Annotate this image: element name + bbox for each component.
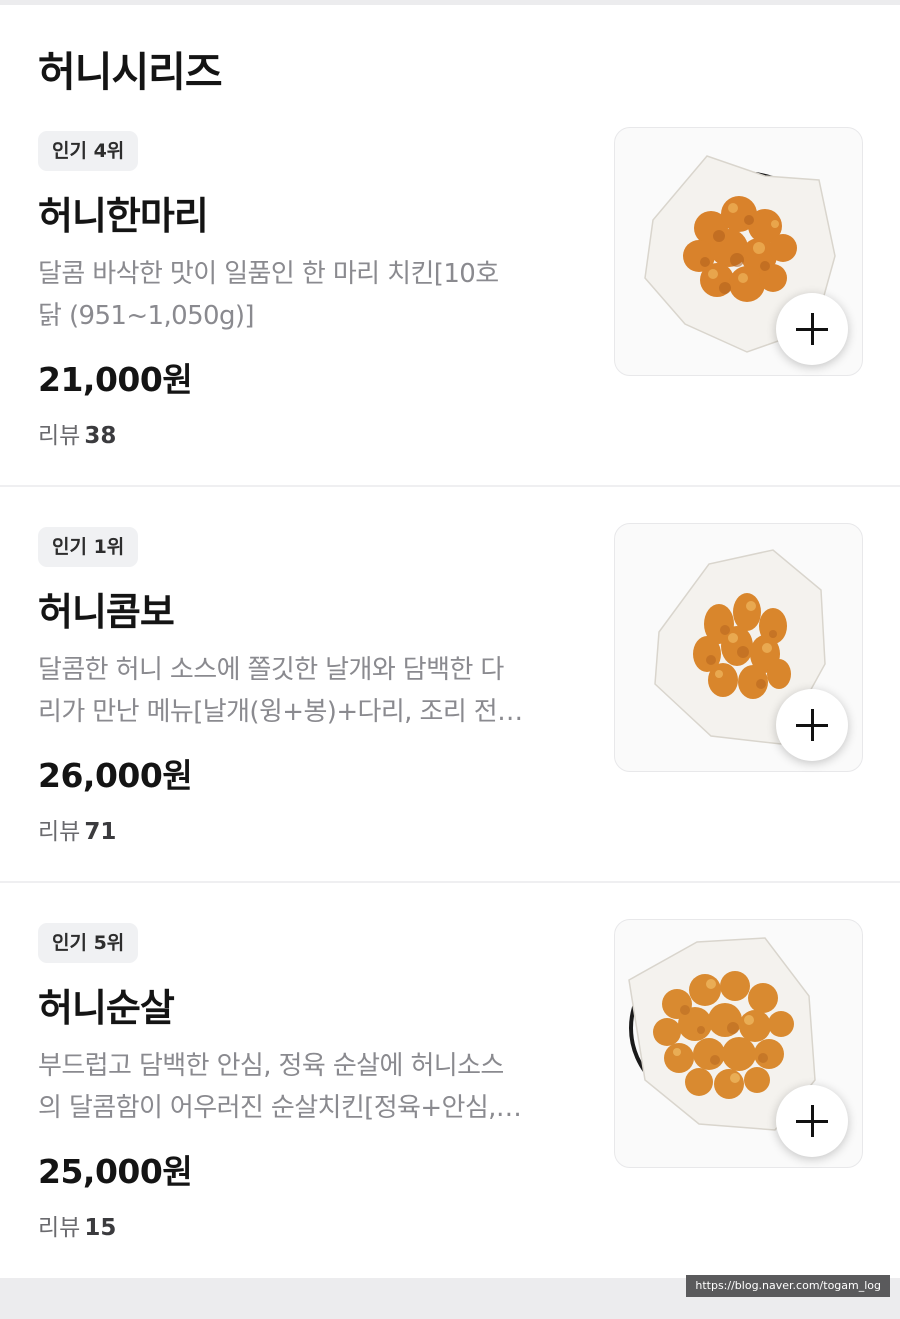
description-line-2: 리가 만난 메뉴[날개(윙+봉)+다리, 조리 전… bbox=[38, 697, 523, 727]
menu-item-name: 허니한마리 bbox=[38, 194, 209, 238]
review-number: 15 bbox=[84, 1215, 117, 1241]
popularity-badge: 인기 4위 bbox=[38, 131, 139, 171]
section-title: 허니시리즈 bbox=[38, 48, 223, 96]
menu-item-description: 달콤 바삭한 맛이 일품인 한 마리 치킨[10호 닭 (951~1,050g)… bbox=[38, 253, 586, 337]
review-number: 71 bbox=[84, 819, 117, 845]
menu-item-price: 21,000원 bbox=[38, 360, 193, 399]
review-count[interactable]: 리뷰 38 bbox=[38, 416, 116, 450]
blog-watermark: https://blog.naver.com/togam_log bbox=[686, 1275, 890, 1297]
description-line-2: 의 달콤함이 어우러진 순살치킨[정육+안심,… bbox=[38, 1093, 522, 1123]
description-line-2: 닭 (951~1,050g)] bbox=[38, 301, 255, 331]
add-to-cart-button[interactable] bbox=[776, 689, 848, 761]
menu-item-price: 26,000원 bbox=[38, 756, 193, 795]
review-count[interactable]: 리뷰 15 bbox=[38, 1208, 116, 1242]
add-to-cart-button[interactable] bbox=[776, 293, 848, 365]
review-label: 리뷰 bbox=[38, 819, 81, 845]
menu-item[interactable]: 인기 1위 허니콤보 달콤한 허니 소스에 쫄깃한 날개와 담백한 다 리가 만… bbox=[0, 523, 900, 923]
item-divider bbox=[0, 881, 900, 883]
menu-item-name: 허니콤보 bbox=[38, 590, 175, 634]
description-line-1: 부드럽고 담백한 안심, 정육 순살에 허니소스 bbox=[38, 1051, 504, 1081]
menu-item-description: 부드럽고 담백한 안심, 정육 순살에 허니소스 의 달콤함이 어우러진 순살치… bbox=[38, 1045, 586, 1129]
item-divider bbox=[0, 485, 900, 487]
review-label: 리뷰 bbox=[38, 423, 81, 449]
description-line-1: 달콤 바삭한 맛이 일품인 한 마리 치킨[10호 bbox=[38, 259, 499, 289]
popularity-badge: 인기 1위 bbox=[38, 527, 139, 567]
menu-item-description: 달콤한 허니 소스에 쫄깃한 날개와 담백한 다 리가 만난 메뉴[날개(윙+봉… bbox=[38, 649, 586, 733]
description-line-1: 달콤한 허니 소스에 쫄깃한 날개와 담백한 다 bbox=[38, 655, 504, 685]
popularity-badge: 인기 5위 bbox=[38, 923, 139, 963]
menu-item[interactable]: 인기 5위 허니순살 부드럽고 담백한 안심, 정육 순살에 허니소스 의 달콤… bbox=[0, 919, 900, 1319]
add-to-cart-button[interactable] bbox=[776, 1085, 848, 1157]
review-label: 리뷰 bbox=[38, 1215, 81, 1241]
menu-item[interactable]: 인기 4위 허니한마리 달콤 바삭한 맛이 일품인 한 마리 치킨[10호 닭 … bbox=[0, 127, 900, 527]
review-number: 38 bbox=[84, 423, 117, 449]
review-count[interactable]: 리뷰 71 bbox=[38, 812, 116, 846]
menu-item-name: 허니순살 bbox=[38, 986, 175, 1030]
menu-item-price: 25,000원 bbox=[38, 1152, 193, 1191]
